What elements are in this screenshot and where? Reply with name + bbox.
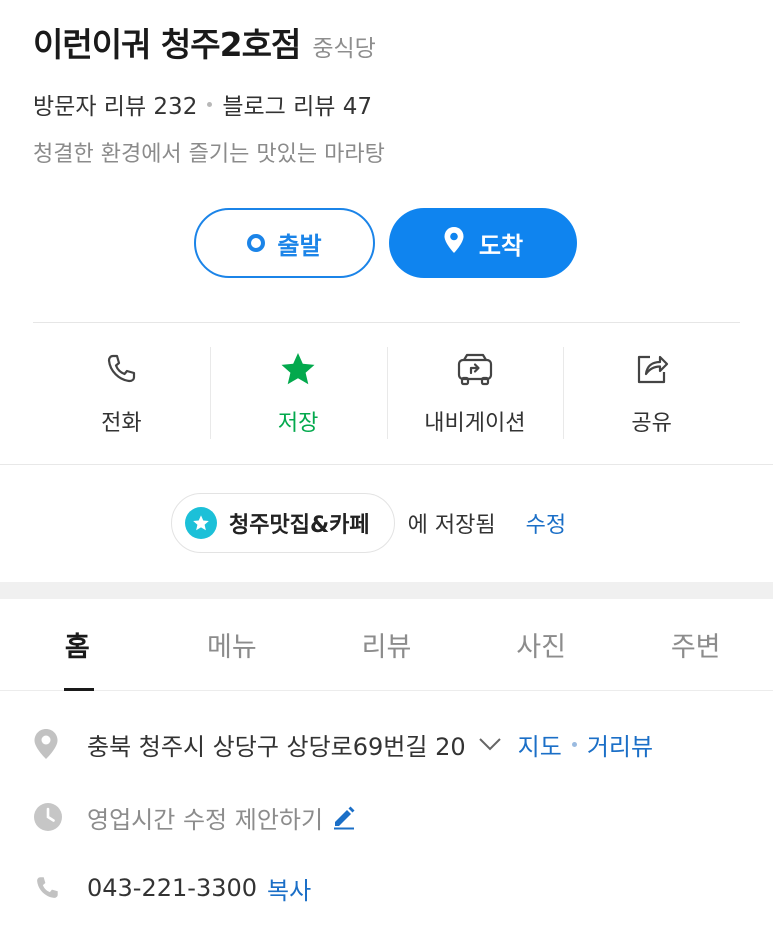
- review-stats: 방문자 리뷰 232 블로그 리뷰 47: [33, 88, 753, 120]
- address-row: 충북 청주시 상당구 상당로69번길 20 지도 거리뷰: [33, 724, 753, 764]
- action-bar: 전화 저장 내비게이션 공유: [33, 343, 740, 441]
- address-text: 충북 청주시 상당구 상당로69번길 20: [87, 732, 466, 761]
- separator-dot: [571, 741, 577, 747]
- blog-reviews-link[interactable]: 블로그 리뷰 47: [222, 87, 372, 121]
- location-pin-icon: [443, 226, 465, 260]
- depart-label: 출발: [277, 231, 322, 260]
- saved-folder-row: 청주맛집&카페 에 저장됨 수정: [171, 493, 566, 553]
- car-navigation-icon: [455, 347, 495, 391]
- navigation-label: 내비게이션: [424, 411, 526, 436]
- place-description: 청결한 환경에서 즐기는 맛있는 마라탕: [33, 142, 385, 167]
- phone-number[interactable]: 043-221-3300: [87, 874, 257, 902]
- folder-star-icon: [185, 507, 217, 539]
- arrive-label: 도착: [478, 231, 524, 260]
- route-buttons: 출발 도착: [194, 208, 577, 278]
- copy-phone-button[interactable]: 복사: [267, 871, 311, 906]
- share-action[interactable]: 공유: [563, 343, 740, 441]
- arrive-button[interactable]: 도착: [389, 208, 577, 278]
- tab-bar: 홈 메뉴 리뷰 사진 주변: [0, 599, 773, 691]
- tab-home[interactable]: 홈: [0, 599, 155, 691]
- hours-suggest-link[interactable]: 영업시간 수정 제안하기: [87, 800, 323, 835]
- share-label: 공유: [631, 411, 672, 436]
- map-pin-icon: [33, 728, 67, 760]
- saved-folder-chip[interactable]: 청주맛집&카페: [171, 493, 395, 553]
- separator-dot: [207, 101, 213, 107]
- map-link[interactable]: 지도: [518, 727, 562, 762]
- divider: [33, 322, 740, 323]
- tab-photos[interactable]: 사진: [464, 599, 619, 690]
- title-row: 이런이궈 청주2호점 중식당: [33, 18, 753, 64]
- call-action[interactable]: 전화: [33, 343, 210, 441]
- saved-status-text: 에 저장됨: [407, 513, 496, 538]
- address-section: 충북 청주시 상당구 상당로69번길 20 지도 거리뷰: [33, 724, 753, 764]
- place-header: 이런이궈 청주2호점 중식당 방문자 리뷰 232 블로그 리뷰 47 청결한 …: [33, 18, 753, 168]
- folder-name: 청주맛집&카페: [229, 513, 370, 538]
- edit-saved-link[interactable]: 수정: [526, 507, 566, 539]
- navigation-action[interactable]: 내비게이션: [386, 343, 564, 441]
- save-action[interactable]: 저장: [209, 343, 387, 441]
- place-category: 중식당: [312, 36, 376, 62]
- roadview-link[interactable]: 거리뷰: [587, 727, 653, 762]
- origin-circle-icon: [247, 234, 266, 252]
- star-icon: [279, 347, 317, 391]
- call-label: 전화: [101, 411, 142, 436]
- tab-menu[interactable]: 메뉴: [155, 599, 310, 690]
- phone-icon: [33, 874, 67, 902]
- visitor-reviews-link[interactable]: 방문자 리뷰 232: [33, 87, 197, 121]
- tab-reviews[interactable]: 리뷰: [309, 599, 464, 690]
- hours-section: 영업시간 수정 제안하기: [33, 797, 753, 837]
- phone-icon: [104, 347, 138, 391]
- share-icon: [634, 347, 670, 391]
- save-label: 저장: [277, 411, 319, 436]
- phone-section: 043-221-3300 복사: [33, 868, 753, 908]
- place-name: 이런이궈 청주2호점: [33, 25, 301, 64]
- pencil-icon[interactable]: [331, 804, 357, 830]
- depart-button[interactable]: 출발: [194, 208, 375, 278]
- chevron-down-icon[interactable]: [478, 736, 502, 752]
- section-separator: [0, 582, 773, 599]
- phone-row: 043-221-3300 복사: [33, 868, 753, 908]
- tab-nearby[interactable]: 주변: [618, 599, 773, 690]
- clock-icon: [33, 802, 67, 832]
- divider: [0, 464, 773, 465]
- hours-row: 영업시간 수정 제안하기: [33, 797, 753, 837]
